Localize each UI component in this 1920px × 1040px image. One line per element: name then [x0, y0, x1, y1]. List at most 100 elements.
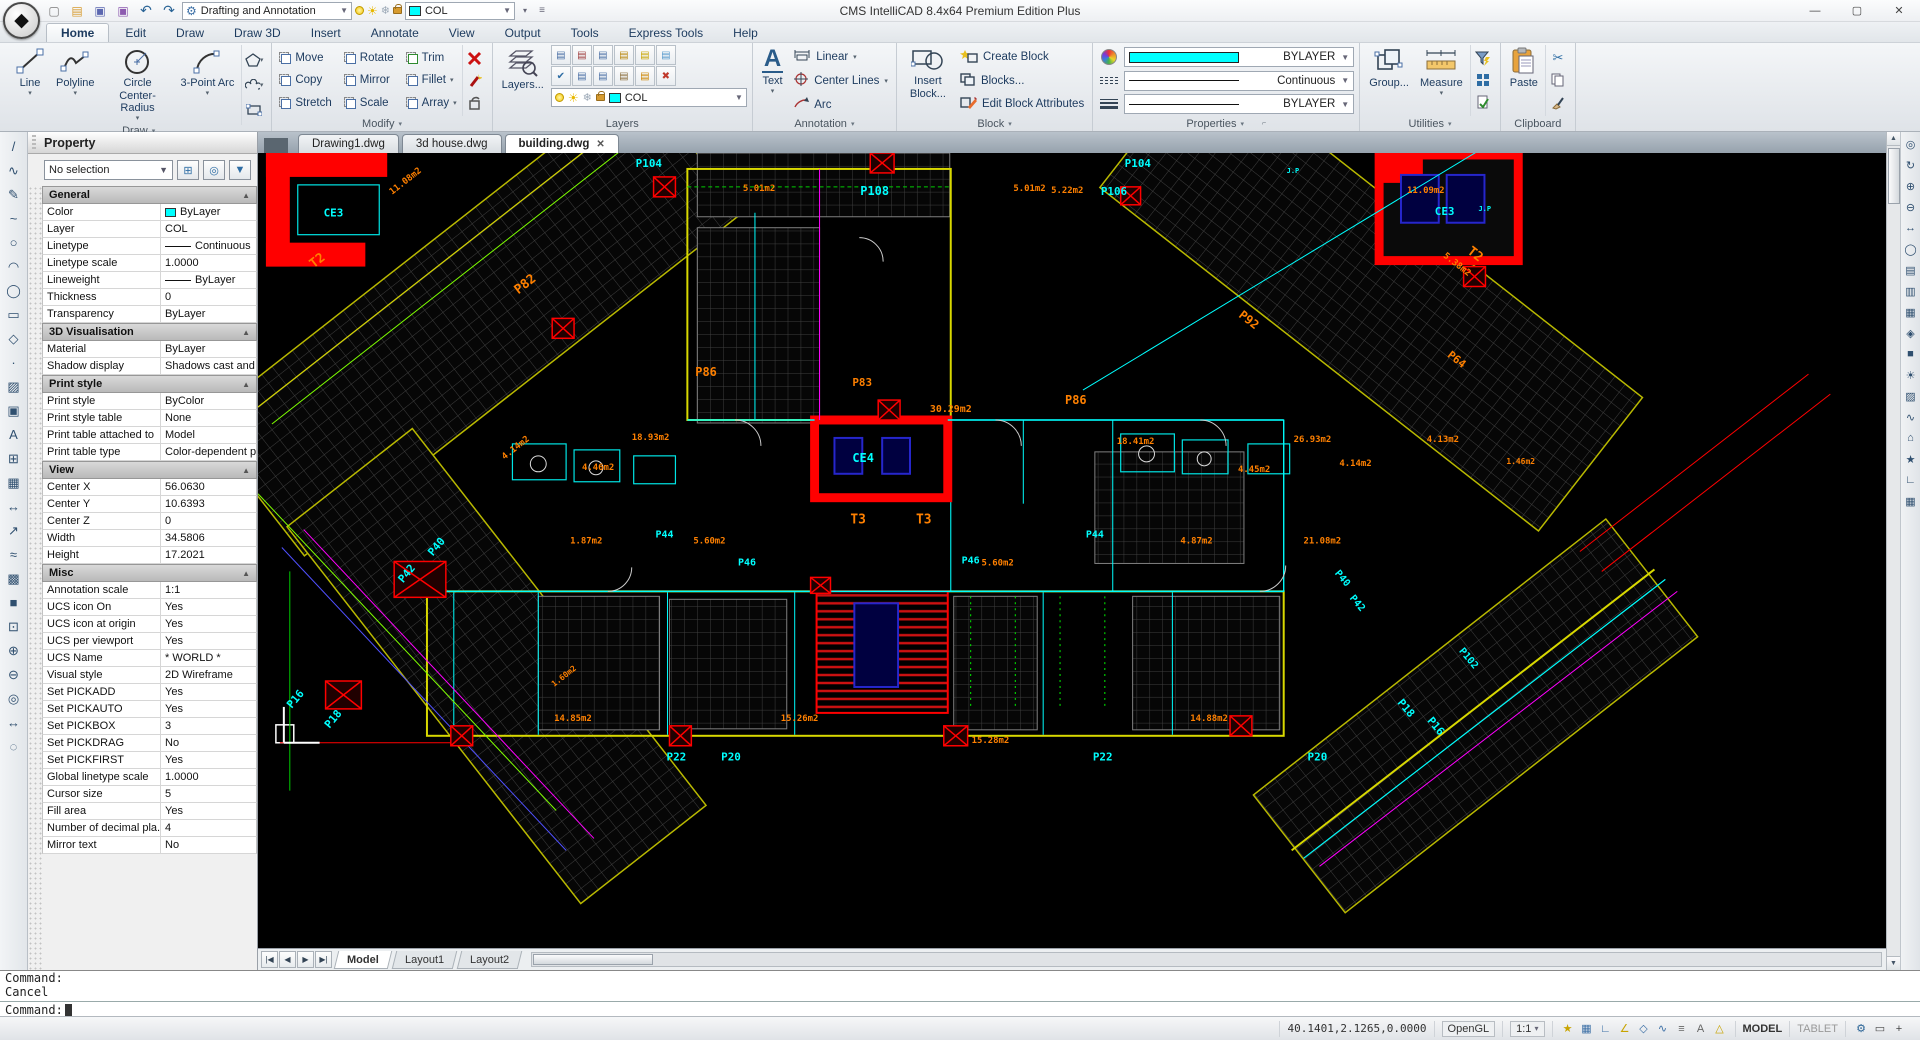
property-value[interactable]: ByLayer — [161, 272, 256, 288]
property-row[interactable]: UCS Name* WORLD * — [42, 650, 257, 667]
layer-lock-icon[interactable] — [393, 7, 402, 14]
camera-button[interactable]: ⌂ — [1902, 429, 1920, 447]
annotation-panel-label[interactable]: Annotation▾ — [758, 116, 891, 131]
select-entities-button[interactable]: ⊞ — [177, 160, 199, 180]
properties-dialog-launcher[interactable]: ⌐ — [1262, 120, 1266, 127]
layer-states-button[interactable]: ▤ — [572, 45, 592, 65]
trim-button[interactable]: Trim — [404, 52, 459, 64]
property-value[interactable]: * WORLD * — [161, 650, 256, 666]
property-value[interactable]: Yes — [161, 803, 256, 819]
property-row[interactable]: TransparencyByLayer — [42, 306, 257, 323]
property-row[interactable]: LinetypeContinuous — [42, 238, 257, 255]
property-value[interactable]: Shadows cast and rec... — [161, 358, 256, 374]
section-header-view[interactable]: View▲ — [42, 461, 257, 479]
property-value[interactable]: Yes — [161, 684, 256, 700]
ribbon-tab-edit[interactable]: Edit — [111, 24, 160, 42]
workspace-selector[interactable]: ⚙ Drafting and Annotation ▼ — [182, 2, 352, 20]
line-button[interactable]: Line▾ — [11, 45, 49, 125]
layer-combo[interactable]: ☀ ❄ COL ▼ — [551, 88, 747, 107]
layer-lock-button[interactable]: ▤ — [614, 45, 634, 65]
ribbon-tab-tools[interactable]: Tools — [557, 24, 613, 42]
region-tool-button[interactable]: ▣ — [2, 399, 26, 422]
toolbar-overflow-button[interactable]: ≡ — [535, 2, 549, 20]
property-value[interactable]: ByLayer — [161, 204, 256, 220]
pick-point-button[interactable]: ◎ — [203, 160, 225, 180]
property-row[interactable]: UCS icon OnYes — [42, 599, 257, 616]
named-views-button[interactable]: ★ — [1902, 450, 1920, 468]
tablet-toggle[interactable]: TABLET — [1789, 1021, 1845, 1037]
save-as-button[interactable]: ▣ — [113, 2, 133, 20]
layer-freeze-icon[interactable]: ❄ — [381, 4, 390, 17]
point-tool-button[interactable]: · — [2, 351, 26, 374]
property-row[interactable]: Annotation scale1:1 — [42, 582, 257, 599]
property-value[interactable]: No — [161, 735, 256, 751]
layer-on-button[interactable]: ▤ — [635, 45, 655, 65]
property-value[interactable]: 10.6393 — [161, 496, 256, 512]
property-row[interactable]: Shadow displayShadows cast and rec... — [42, 358, 257, 375]
measure-button[interactable]: Measure▾ — [1416, 45, 1467, 116]
property-row[interactable]: Visual style2D Wireframe — [42, 667, 257, 684]
scroll-up-arrow[interactable]: ▲ — [1887, 132, 1900, 146]
property-row[interactable]: Center Z0 — [42, 513, 257, 530]
property-row[interactable]: Set PICKFIRSTYes — [42, 752, 257, 769]
layer-walk-button[interactable]: ▤ — [572, 66, 592, 86]
ribbon-tab-draw-3d[interactable]: Draw 3D — [220, 24, 295, 42]
property-value[interactable]: Yes — [161, 616, 256, 632]
polar-toggle[interactable]: ∠ — [1617, 1022, 1633, 1035]
property-row[interactable]: Width34.5806 — [42, 530, 257, 547]
zoom-extents-tool-button[interactable]: ◎ — [2, 687, 26, 710]
rectangle-button[interactable] — [245, 101, 263, 119]
text-button[interactable]: A Text▾ — [758, 45, 787, 116]
utilities-panel-label[interactable]: Utilities▾ — [1365, 116, 1495, 131]
layer-merge-button[interactable]: ▤ — [593, 66, 613, 86]
format-painter-button[interactable] — [1549, 94, 1567, 112]
property-row[interactable]: Set PICKBOX3 — [42, 718, 257, 735]
property-row[interactable]: LineweightByLayer — [42, 272, 257, 289]
property-row[interactable]: Thickness0 — [42, 289, 257, 306]
arc-button[interactable]: 3-Point Arc▾ — [177, 45, 239, 125]
close-button[interactable]: ✕ — [1878, 0, 1920, 21]
materials-button[interactable]: ▨ — [1902, 387, 1920, 405]
snap-toggle[interactable]: ★ — [1560, 1022, 1576, 1035]
line-tool-button[interactable]: / — [2, 135, 26, 158]
undo-button[interactable]: ↶ — [136, 2, 156, 20]
property-row[interactable]: Set PICKDRAGNo — [42, 735, 257, 752]
property-value[interactable]: Yes — [161, 599, 256, 615]
ribbon-tab-insert[interactable]: Insert — [297, 24, 355, 42]
property-value[interactable]: 2D Wireframe — [161, 667, 256, 683]
property-value[interactable]: 17.2021 — [161, 547, 256, 563]
leader-tool-button[interactable]: ↗ — [2, 519, 26, 542]
property-value[interactable]: Yes — [161, 633, 256, 649]
linear-button[interactable]: Linear▾ — [790, 48, 891, 65]
property-value[interactable]: 1.0000 — [161, 255, 256, 271]
section-header-3d-visualisation[interactable]: 3D Visualisation▲ — [42, 323, 257, 341]
lineweight-dropdown[interactable]: BYLAYER▼ — [1124, 94, 1354, 114]
property-row[interactable]: Fill areaYes — [42, 803, 257, 820]
layer-freeze-button[interactable]: ▤ — [656, 45, 676, 65]
rotate-button[interactable]: Rotate — [342, 52, 396, 64]
ribbon-tab-express-tools[interactable]: Express Tools — [615, 24, 717, 42]
fillet-button[interactable]: Fillet▾ — [404, 74, 459, 86]
minimize-button[interactable]: — — [1794, 0, 1836, 21]
layer-properties-button[interactable]: ▤ — [551, 45, 571, 65]
property-value[interactable]: None — [161, 410, 256, 426]
face-tool-button[interactable]: ■ — [2, 591, 26, 614]
property-value[interactable]: Color-dependent print ... — [161, 444, 256, 460]
linetype-dropdown[interactable]: Continuous▼ — [1124, 71, 1354, 91]
spline-tool-button[interactable]: ~ — [2, 207, 26, 230]
visual-style-button[interactable]: ◈ — [1902, 324, 1920, 342]
regen-button[interactable]: ↻ — [1902, 156, 1920, 174]
explode-button[interactable] — [466, 94, 484, 112]
layer-thaw-button[interactable]: ▤ — [635, 66, 655, 86]
polyline-button[interactable]: Polyline▾ — [52, 45, 99, 125]
hatch-tool-button[interactable]: ▨ — [2, 375, 26, 398]
orbit-button[interactable]: ◯ — [1902, 240, 1920, 258]
group-button[interactable]: Group... — [1365, 45, 1413, 116]
property-row[interactable]: Set PICKAUTOYes — [42, 701, 257, 718]
maximize-button[interactable]: ▢ — [1836, 0, 1878, 21]
filter-button[interactable] — [1474, 49, 1492, 67]
doc-tab-drawing1-dwg[interactable]: Drawing1.dwg — [298, 134, 399, 153]
dimension-tool-button[interactable]: ↔ — [2, 495, 26, 518]
match-properties-button[interactable] — [466, 71, 484, 89]
arc-button[interactable]: Arc — [790, 96, 891, 113]
